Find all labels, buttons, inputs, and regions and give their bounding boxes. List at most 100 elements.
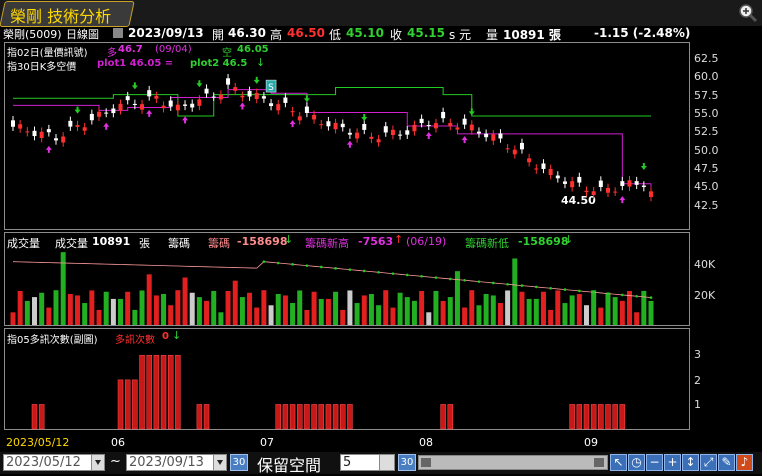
buy-signal-arrow [425,132,432,140]
candle-body [82,127,87,131]
candle-body [32,130,37,137]
candle-body [140,104,145,110]
sell-signal-arrow [74,106,81,114]
chip-low-dot [276,261,280,265]
candle-body [97,111,102,117]
close-value: 45.15 [407,26,445,40]
candle-body [233,87,238,91]
volume-bar [24,300,30,325]
volume-bar [218,312,224,325]
alert-bell-icon[interactable]: ♪ [736,454,753,471]
signal-count-bar [167,355,174,430]
price-y-tick: 57.5 [694,89,719,102]
to-date-input[interactable]: 2023/09/13 [126,454,216,471]
candle-body [304,106,309,113]
volume-bar [512,258,518,325]
volume-bar [118,298,124,325]
signal-count-bar [196,404,203,430]
signal-count-bar [289,404,296,430]
volume-bar [139,290,145,325]
chip-low-dot [391,272,395,275]
candle-body [25,131,30,133]
price-y-tick: 55.0 [694,107,719,120]
timeline-scrollbar[interactable] [418,455,608,470]
volume-bar [569,295,575,325]
cursor-tool-icon[interactable]: ↖ [610,454,627,471]
reserve-spinner[interactable] [379,454,395,471]
fit-icon[interactable]: ↕ [682,454,699,471]
scroll-right-icon[interactable] [594,458,604,467]
volume-bar [211,290,217,325]
range-30-button[interactable]: 30 [230,454,248,471]
zoom-icon[interactable] [738,3,758,23]
signal-count-bar [340,404,346,430]
volume-bar [648,300,654,325]
candle-body [118,103,123,111]
volume-bar [333,291,339,325]
expand-icon[interactable]: ⤢ [700,454,717,471]
candle-body [541,163,546,169]
volume-bar [75,295,81,325]
signal-count-bar [124,379,131,430]
volume-bar [275,293,281,325]
volume-bar [17,290,23,325]
volume-bar [261,290,267,325]
candle-body [519,142,524,150]
volume-panel[interactable]: 成交量 成交量 10891 張 籌碼 籌碼 -158698 ↓ 籌碼新高 -75… [4,232,690,326]
signal-count-bar [605,404,611,430]
price-change: -1.15 (-2.48%) [594,26,691,40]
candle-body [269,103,274,107]
candle-body [469,124,474,131]
clock-icon[interactable]: ◷ [628,454,645,471]
window-title: 榮剛 技術分析 [10,7,112,26]
buy-signal-arrow [461,136,468,144]
volume-bar [354,303,360,325]
candle-body [168,100,173,107]
scroll-left-icon[interactable] [421,458,431,467]
chip-low-dot [535,285,538,289]
sell-signal-arrow [303,95,310,103]
zoom-in-icon[interactable]: + [664,454,681,471]
candle-body [448,122,453,127]
candle-body [355,132,360,139]
buy-signal-arrow [45,145,52,153]
volume-bar [96,309,102,325]
candle-body [204,88,209,94]
period-dropdown-icon[interactable] [113,28,123,38]
reserve-30-button[interactable]: 30 [398,454,416,471]
volume-bar [268,305,274,325]
volume-bar [67,293,73,325]
from-date-dropdown-icon[interactable] [91,454,105,471]
signal-count-panel[interactable]: 指05多訊次數(副圖) 多訊次數 0 ↓ [4,328,690,430]
signal-count-bar [318,404,324,430]
signal-count-bar [38,404,45,430]
volume-bar [175,290,181,325]
volume-y-tick: 20K [694,289,716,302]
from-date-input[interactable]: 2023/05/12 [3,454,93,471]
price-chart-panel[interactable]: 指02日(量價訊號) 指30日K多空價 多 46.7 (09/04) 空 46.… [4,42,690,230]
candle-body [476,131,481,134]
volume-bar [462,307,468,325]
signal-count-bar [447,404,454,430]
signal-count-bar [311,404,317,430]
reserve-space-label: 保留空間 [257,456,322,475]
buy-signal-arrow [182,116,189,124]
candle-body [247,90,252,97]
candle-body [548,168,553,176]
chip-low-dot [262,260,266,263]
zoom-out-icon[interactable]: − [646,454,663,471]
to-date-dropdown-icon[interactable] [213,454,227,471]
volume-chart-svg [10,252,654,325]
low-label: 低 [329,28,342,42]
volume-bar [497,302,503,325]
chip-low-dot [520,284,524,287]
price-y-tick: 52.5 [694,125,719,138]
candle-body [620,181,625,186]
candle-body [132,103,137,106]
volume-bar [297,290,303,325]
volume-bar [204,300,210,325]
draw-icon[interactable]: ✎ [718,454,735,471]
candle-body [68,120,73,127]
reserve-space-input[interactable]: 5 [340,454,380,471]
date-separator: ~ [110,454,121,469]
